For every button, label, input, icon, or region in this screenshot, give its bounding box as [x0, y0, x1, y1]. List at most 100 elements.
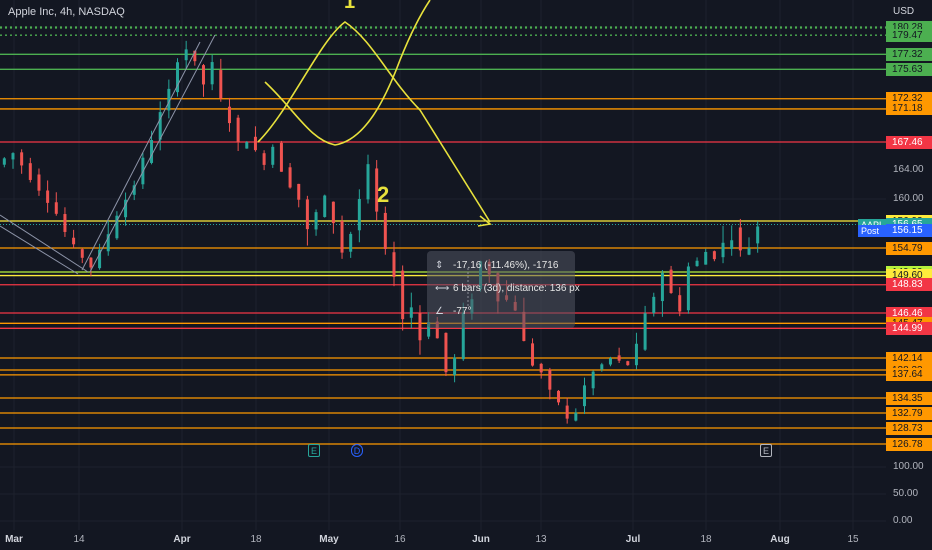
candle-body	[305, 199, 309, 230]
price-label: 134.35	[886, 391, 932, 405]
candle-body	[253, 136, 257, 151]
candle-body	[730, 240, 734, 249]
candle-body	[418, 312, 422, 341]
candle-body	[349, 233, 353, 252]
price-label: 177.32	[886, 47, 932, 61]
candle-body	[271, 146, 275, 165]
price-label: 156.15	[886, 224, 932, 238]
candle-body	[331, 201, 335, 224]
x-tick-label: Jun	[472, 534, 490, 545]
candle-body	[634, 343, 638, 366]
candle-body	[150, 140, 154, 163]
candle-body	[582, 385, 586, 407]
price-label: 148.83	[886, 278, 932, 292]
candle-body	[245, 142, 249, 149]
candle-body	[11, 153, 15, 160]
candle-body	[314, 212, 318, 230]
price-label: 126.78	[886, 437, 932, 451]
currency-label: USD	[893, 6, 915, 17]
candle-body	[236, 117, 240, 143]
dividend-marker[interactable]: D	[351, 444, 363, 457]
price-label: 179.47	[886, 28, 932, 42]
candle-body	[392, 252, 396, 277]
x-tick-label: 14	[73, 534, 85, 545]
candle-body	[738, 227, 742, 251]
candle-body	[2, 158, 6, 165]
price-range-icon: ⇕	[435, 260, 444, 271]
y-tick-label: 100.00	[893, 461, 924, 472]
candle-body	[37, 174, 41, 191]
wave-drawing	[264, 0, 431, 146]
x-tick-label: 16	[394, 534, 406, 545]
candle-body	[557, 390, 561, 403]
earnings-marker[interactable]: E	[760, 444, 772, 457]
candle-body	[323, 195, 327, 217]
candle-body	[626, 361, 630, 366]
trend-line	[89, 34, 216, 273]
price-label: 144.99	[886, 321, 932, 335]
candle-body	[72, 237, 76, 245]
candle-body	[279, 142, 283, 172]
candle-body	[721, 242, 725, 258]
y-tick-label: 164.00	[893, 164, 924, 175]
price-label: 132.79	[886, 406, 932, 420]
earnings-marker[interactable]: E	[308, 444, 320, 457]
candle-body	[63, 214, 67, 232]
x-tick-label: Mar	[5, 534, 23, 545]
symbol-tag: Post	[858, 224, 886, 237]
candle-body	[357, 199, 361, 231]
candle-body	[660, 272, 664, 302]
price-label: 128.73	[886, 421, 932, 435]
candle-body	[297, 183, 301, 200]
measure-price-change: -17.16 (-11.46%), -1716	[453, 260, 559, 271]
candle-body	[756, 226, 760, 244]
candle-body	[695, 260, 699, 267]
candle-body	[747, 248, 751, 255]
price-label: 137.64	[886, 368, 932, 382]
candle-body	[401, 270, 405, 320]
candle-body	[453, 357, 457, 375]
measure-angle: -77°	[453, 306, 472, 317]
angle-icon: ∠	[435, 306, 444, 317]
candle-body	[444, 332, 448, 373]
candle-body	[409, 307, 413, 318]
x-tick-label: 13	[535, 534, 547, 545]
candle-body	[617, 355, 621, 361]
candle-body	[574, 412, 578, 421]
horizontal-levels	[0, 26, 886, 445]
candle-body	[366, 164, 370, 200]
candle-body	[678, 295, 682, 312]
candle-body	[591, 371, 595, 389]
candle-body	[383, 212, 387, 249]
candle-body	[686, 266, 690, 311]
candle-body	[262, 153, 266, 165]
candle-body	[539, 363, 543, 373]
x-tick-label: 15	[847, 534, 859, 545]
x-tick-label: May	[319, 534, 339, 545]
candle-body	[704, 251, 708, 265]
y-tick-label: 50.00	[893, 488, 919, 499]
candle-body	[340, 221, 344, 253]
price-label: 175.63	[886, 62, 932, 76]
candle-body	[600, 364, 604, 370]
x-tick-label: 18	[250, 534, 262, 545]
price-label: 154.79	[886, 241, 932, 255]
measure-bars: 6 bars (3d), distance: 136 px	[453, 283, 580, 294]
candle-body	[669, 269, 673, 294]
x-tick-label: Jul	[625, 534, 641, 545]
candle-body	[643, 313, 647, 350]
candle-body	[608, 358, 612, 365]
candle-body	[712, 251, 716, 260]
candle-body	[652, 296, 656, 313]
candle-body	[28, 163, 32, 180]
candle-body	[184, 49, 188, 61]
candle-body	[80, 249, 84, 258]
candle-body	[565, 405, 569, 419]
wave-label-1: 1	[344, 0, 355, 13]
wave-drawing	[257, 21, 491, 223]
candle-body	[201, 65, 205, 85]
bar-range-icon: ⟷	[435, 283, 450, 294]
candle-body	[210, 62, 214, 85]
x-tick-label: Aug	[770, 534, 790, 545]
price-label: 171.18	[886, 102, 932, 116]
